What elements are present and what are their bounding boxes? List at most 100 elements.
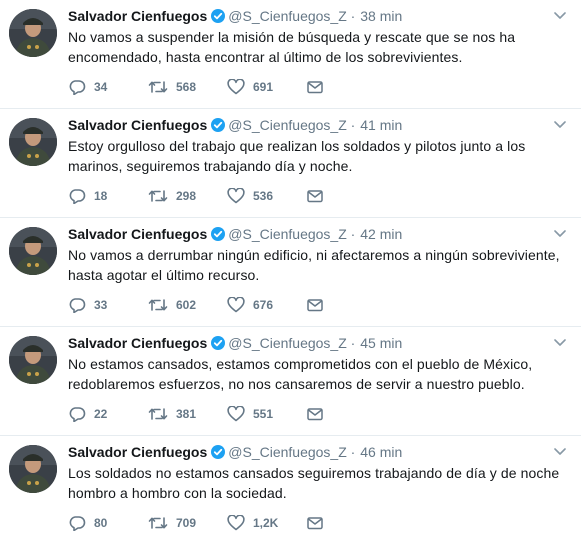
heart-icon: [227, 297, 245, 313]
like-count: 1,2K: [253, 516, 279, 530]
tweet[interactable]: Salvador Cienfuegos @S_Cienfuegos_Z · 45 …: [0, 327, 581, 436]
chevron-down-icon[interactable]: [553, 115, 567, 135]
retweet-icon: [148, 190, 168, 202]
envelope-icon: [307, 299, 323, 312]
reply-button[interactable]: 33: [68, 297, 148, 313]
author-name[interactable]: Salvador Cienfuegos: [68, 226, 207, 242]
timestamp[interactable]: 38 min: [360, 8, 402, 24]
separator: ·: [350, 444, 356, 460]
chevron-down-icon[interactable]: [553, 224, 567, 244]
chevron-down-icon[interactable]: [553, 6, 567, 26]
tweet-actions: 80 709 1,2K: [68, 513, 387, 533]
author-name[interactable]: Salvador Cienfuegos: [68, 444, 207, 460]
retweet-count: 381: [176, 407, 197, 421]
tweet[interactable]: Salvador Cienfuegos @S_Cienfuegos_Z · 38 …: [0, 0, 581, 109]
chevron-down-icon[interactable]: [553, 333, 567, 353]
retweet-count: 298: [176, 189, 197, 203]
reply-count: 80: [94, 516, 108, 530]
timestamp[interactable]: 42 min: [360, 226, 402, 242]
direct-message-button[interactable]: [307, 80, 387, 94]
like-button[interactable]: 676: [227, 297, 307, 313]
tweet[interactable]: Salvador Cienfuegos @S_Cienfuegos_Z · 46 …: [0, 436, 581, 545]
heart-icon: [227, 188, 245, 204]
tweet-text: No vamos a suspender la misión de búsque…: [68, 29, 516, 65]
direct-message-button[interactable]: [307, 516, 387, 530]
reply-button[interactable]: 18: [68, 188, 148, 204]
envelope-icon: [307, 517, 323, 530]
chevron-down-icon[interactable]: [553, 442, 567, 462]
avatar-image: [9, 445, 57, 493]
avatar[interactable]: [9, 118, 57, 166]
tweet-feed: Salvador Cienfuegos @S_Cienfuegos_Z · 38 …: [0, 0, 581, 545]
direct-message-button[interactable]: [307, 407, 387, 421]
author-handle[interactable]: @S_Cienfuegos_Z: [228, 226, 347, 242]
verified-badge-icon: [210, 444, 226, 465]
verified-badge-icon: [210, 8, 226, 29]
tweet-header: Salvador Cienfuegos @S_Cienfuegos_Z · 45 …: [68, 333, 567, 353]
avatar-image: [9, 9, 57, 57]
avatar-image: [9, 336, 57, 384]
tweet-text: Los soldados no estamos cansados seguire…: [68, 465, 560, 501]
timestamp[interactable]: 45 min: [360, 335, 402, 351]
like-button[interactable]: 1,2K: [227, 515, 307, 531]
retweet-count: 709: [176, 516, 197, 530]
retweet-count: 568: [176, 80, 197, 94]
tweet[interactable]: Salvador Cienfuegos @S_Cienfuegos_Z · 41 …: [0, 109, 581, 218]
reply-icon: [69, 298, 86, 313]
separator: ·: [350, 8, 356, 24]
envelope-icon: [307, 408, 323, 421]
reply-icon: [69, 80, 86, 95]
reply-count: 34: [94, 80, 108, 94]
reply-count: 22: [94, 407, 108, 421]
author-name[interactable]: Salvador Cienfuegos: [68, 335, 207, 351]
envelope-icon: [307, 190, 323, 203]
retweet-button[interactable]: 381: [148, 406, 227, 422]
direct-message-button[interactable]: [307, 298, 387, 312]
reply-icon: [69, 516, 86, 531]
like-button[interactable]: 691: [227, 79, 307, 95]
avatar[interactable]: [9, 227, 57, 275]
avatar[interactable]: [9, 336, 57, 384]
like-count: 536: [253, 189, 274, 203]
author-handle[interactable]: @S_Cienfuegos_Z: [228, 117, 347, 133]
tweet-actions: 33 602 676: [68, 295, 387, 315]
author-handle[interactable]: @S_Cienfuegos_Z: [228, 8, 347, 24]
retweet-button[interactable]: 602: [148, 297, 227, 313]
avatar[interactable]: [9, 445, 57, 493]
retweet-icon: [148, 299, 168, 311]
tweet-text: No vamos a derrumbar ningún edificio, ni…: [68, 247, 560, 283]
avatar[interactable]: [9, 9, 57, 57]
separator: ·: [350, 226, 356, 242]
retweet-icon: [148, 81, 168, 93]
like-count: 551: [253, 407, 274, 421]
verified-badge-icon: [210, 117, 226, 138]
retweet-icon: [148, 517, 168, 529]
timestamp[interactable]: 46 min: [360, 444, 402, 460]
avatar-image: [9, 118, 57, 166]
reply-button[interactable]: 80: [68, 515, 148, 531]
separator: ·: [350, 335, 356, 351]
timestamp[interactable]: 41 min: [360, 117, 402, 133]
author-name[interactable]: Salvador Cienfuegos: [68, 117, 207, 133]
reply-button[interactable]: 22: [68, 406, 148, 422]
author-handle[interactable]: @S_Cienfuegos_Z: [228, 444, 347, 460]
tweet[interactable]: Salvador Cienfuegos @S_Cienfuegos_Z · 42 …: [0, 218, 581, 327]
tweet-text: No estamos cansados, estamos comprometid…: [68, 356, 533, 392]
retweet-button[interactable]: 298: [148, 188, 227, 204]
tweet-actions: 34 568 691: [68, 77, 387, 97]
tweet-header: Salvador Cienfuegos @S_Cienfuegos_Z · 42 …: [68, 224, 567, 244]
like-count: 691: [253, 80, 274, 94]
direct-message-button[interactable]: [307, 189, 387, 203]
like-button[interactable]: 551: [227, 406, 307, 422]
reply-button[interactable]: 34: [68, 79, 148, 95]
author-handle[interactable]: @S_Cienfuegos_Z: [228, 335, 347, 351]
verified-badge-icon: [210, 226, 226, 247]
avatar-image: [9, 227, 57, 275]
tweet-header: Salvador Cienfuegos @S_Cienfuegos_Z · 46 …: [68, 442, 567, 462]
author-name[interactable]: Salvador Cienfuegos: [68, 8, 207, 24]
like-button[interactable]: 536: [227, 188, 307, 204]
verified-badge-icon: [210, 335, 226, 356]
retweet-button[interactable]: 568: [148, 79, 227, 95]
heart-icon: [227, 79, 245, 95]
retweet-button[interactable]: 709: [148, 515, 227, 531]
